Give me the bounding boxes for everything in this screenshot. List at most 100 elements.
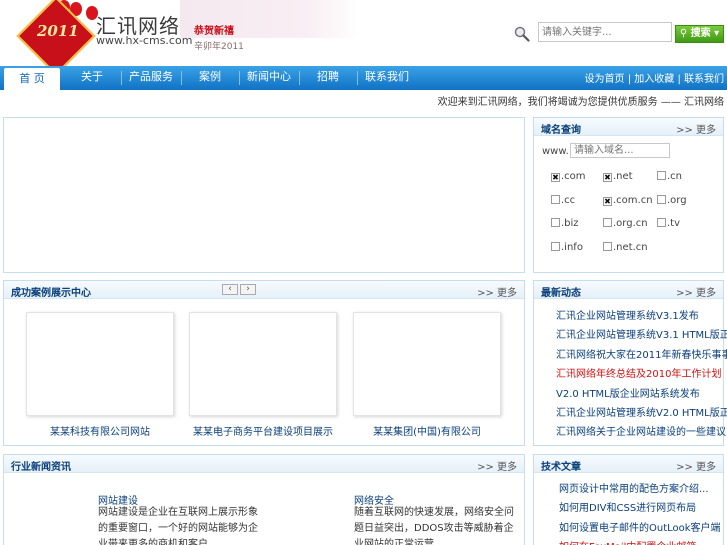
search-button-label: 搜索 <box>690 28 711 39</box>
panel-header: 成功案例展示中心 ‹ › >> 更多 <box>4 281 524 299</box>
checkbox[interactable] <box>551 194 560 204</box>
tld-checkbox-item[interactable]: .biz <box>551 218 579 229</box>
tld-label: .net.cn <box>613 241 648 253</box>
nav-item-about[interactable]: 关于 <box>66 66 118 90</box>
tld-checkbox-item[interactable]: .net.cn <box>603 241 648 253</box>
search-icon <box>514 26 530 42</box>
brand-url: www.hx-cms.com <box>96 34 193 47</box>
industry-news-panel: 行业新闻资讯 >> 更多 网站建设 网站建设是企业在互联网上展示形象的重要窗口，… <box>3 454 525 545</box>
prev-arrow-icon[interactable]: ‹ <box>222 284 238 295</box>
search-button[interactable]: ⚲ 搜索 ▾ <box>675 25 724 43</box>
list-item[interactable]: 如何在FoxMail中配置企业邮箱 <box>559 538 721 545</box>
checkbox[interactable] <box>551 218 560 227</box>
tld-checkbox-item[interactable]: .org <box>657 194 687 206</box>
scrolling-notice[interactable]: 欢迎来到汇讯网络，我们将竭诚为您提供优质服务 —— 汇讯网络 <box>438 93 724 108</box>
tld-checkbox-item[interactable]: .info <box>551 241 583 253</box>
tld-label: .com.cn <box>613 194 653 206</box>
tld-label: .org.cn <box>613 218 648 229</box>
panel-header: 行业新闻资讯 >> 更多 <box>4 455 524 473</box>
checkbox[interactable]: ✖ <box>603 196 612 206</box>
case-caption[interactable]: 某某电子商务平台建设项目展示 <box>181 423 345 438</box>
list-item[interactable]: 如何设置电子邮件的OutLook客户端 <box>559 519 721 538</box>
article-summary: 随着互联网的快速发展，网络安全问题日益突出，DDOS攻击等威胁着企业网站的正常运… <box>354 507 514 545</box>
tld-checkbox-item[interactable]: ✖ .com <box>551 171 586 182</box>
tld-label: .cn <box>667 171 683 182</box>
more-link[interactable]: >> 更多 <box>477 284 517 299</box>
panel-header: 技术文章 >> 更多 <box>534 455 723 473</box>
site-header: 2011 汇讯网络 www.hx-cms.com 恭贺新禧 辛卯年2011 ⚲ … <box>0 0 727 76</box>
list-item[interactable]: 汇讯网络年终总结及2010年工作计划 <box>556 365 727 384</box>
more-link[interactable]: >> 更多 <box>676 121 716 136</box>
case-thumbnail[interactable] <box>353 312 501 416</box>
nav-separator <box>299 71 300 85</box>
nav-item-jobs[interactable]: 招聘 <box>302 66 354 90</box>
news-list: 汇讯企业网站管理系统V3.1发布汇讯企业网站管理系统V3.1 HTML版正式..… <box>556 307 727 443</box>
list-item[interactable]: 如何用DIV和CSS进行网页布局 <box>559 499 721 518</box>
panel-title: 域名查询 <box>541 125 581 136</box>
nav-item-home[interactable]: 首 页 <box>4 68 60 90</box>
latest-news-panel: 最新动态 >> 更多 汇讯企业网站管理系统V3.1发布 汇讯企业网站管理系统V3.… <box>533 280 727 446</box>
case-caption[interactable]: 某某集团(中国)有限公司 <box>345 423 509 438</box>
checkbox[interactable] <box>657 218 666 227</box>
tld-label: .net <box>613 171 633 182</box>
new-year-greeting: 恭贺新禧 <box>194 26 234 37</box>
tech-list: 网页设计中常用的配色方案介绍... 如何用DIV和CSS进行网页布局 如何设置电子邮… <box>559 480 721 545</box>
panel-title: 行业新闻资讯 <box>11 462 71 473</box>
tld-label: .tv <box>667 218 681 229</box>
list-item[interactable]: 汇讯网络关于企业网站建设的一些建议... <box>556 423 727 442</box>
checkbox[interactable]: ✖ <box>603 173 612 182</box>
tld-checkbox-item[interactable]: ✖ .com.cn <box>603 195 653 206</box>
checkbox[interactable] <box>657 194 666 204</box>
nav-item-services[interactable]: 产品服务 <box>124 66 178 90</box>
more-link[interactable]: >> 更多 <box>676 458 716 473</box>
tld-checkbox-item[interactable]: .cn <box>657 171 682 182</box>
domain-search-panel: 域名查询 >> 更多 www. ✖.com✖.net.cn.cc✖.com.cn… <box>533 117 724 273</box>
tld-checkbox-item[interactable]: .tv <box>657 218 680 229</box>
tech-articles-panel: 技术文章 >> 更多 网页设计中常用的配色方案介绍... 如何用DIV和CSS进行… <box>533 454 724 545</box>
checkbox[interactable] <box>603 241 612 251</box>
case-thumbnail[interactable] <box>26 312 174 416</box>
domain-prefix: www. <box>542 146 569 157</box>
checkbox[interactable]: ✖ <box>551 173 560 182</box>
case-caption[interactable]: 某某科技有限公司网站 <box>18 423 182 438</box>
article-summary: 网站建设是企业在互联网上展示形象的重要窗口，一个好的网站能够为企业带来更多的商机… <box>98 507 258 545</box>
panel-title: 最新动态 <box>541 288 581 299</box>
search-input[interactable] <box>538 22 672 42</box>
nav-item-contact[interactable]: 联系我们 <box>360 66 414 90</box>
nav-item-cases[interactable]: 案例 <box>184 66 236 90</box>
nav-item-news[interactable]: 新闻中心 <box>242 66 296 90</box>
cases-panel: 成功案例展示中心 ‹ › >> 更多 某某科技有限公司网站 某某电子商务平台建设项… <box>3 280 525 446</box>
panel-header: 域名查询 >> 更多 <box>534 118 723 136</box>
magnifier-icon: ⚲ <box>679 28 688 39</box>
carousel-pager: ‹ › <box>222 283 258 295</box>
checkbox[interactable] <box>551 241 560 251</box>
more-link[interactable]: >> 更多 <box>676 284 716 299</box>
panel-title: 技术文章 <box>541 462 581 473</box>
checkbox[interactable] <box>603 218 612 227</box>
tld-checkbox-item[interactable]: .cc <box>551 194 575 206</box>
list-item[interactable]: 汇讯企业网站管理系统V3.1 HTML版正式... <box>556 326 727 345</box>
banner-area[interactable] <box>3 117 525 273</box>
more-link[interactable]: >> 更多 <box>477 458 517 473</box>
list-item[interactable]: 网页设计中常用的配色方案介绍... <box>559 480 721 499</box>
tld-checkbox-item[interactable]: ✖ .net <box>603 171 633 182</box>
tld-checkbox-item[interactable]: .org.cn <box>603 218 648 229</box>
tld-label: .org <box>667 194 687 206</box>
case-thumbnail[interactable] <box>189 312 337 416</box>
nav-separator <box>357 71 358 85</box>
quick-links[interactable]: 设为首页 | 加入收藏 | 联系我们 <box>585 70 724 85</box>
main-nav: 首 页 关于 产品服务 案例 新闻中心 招聘 联系我们 设为首页 | 加入收藏 … <box>0 66 727 90</box>
next-arrow-icon[interactable]: › <box>240 284 256 295</box>
dropdown-arrow-icon: ▾ <box>714 28 720 39</box>
panel-title: 成功案例展示中心 <box>11 288 91 299</box>
list-item[interactable]: 汇讯企业网站管理系统V3.1发布 <box>556 307 727 326</box>
panel-header: 最新动态 >> 更多 <box>534 281 723 299</box>
checkbox[interactable] <box>657 171 666 180</box>
tld-label: .com <box>561 171 586 182</box>
year-label: 辛卯年2011 <box>194 42 244 52</box>
domain-input[interactable] <box>570 143 670 158</box>
list-item[interactable]: 汇讯网络祝大家在2011年新春快乐事事... <box>556 346 727 365</box>
tld-label: .info <box>561 241 583 253</box>
list-item[interactable]: 汇讯企业网站管理系统V2.0 HTML版正式... <box>556 404 727 423</box>
list-item[interactable]: V2.0 HTML版企业网站系统发布 <box>556 385 727 404</box>
